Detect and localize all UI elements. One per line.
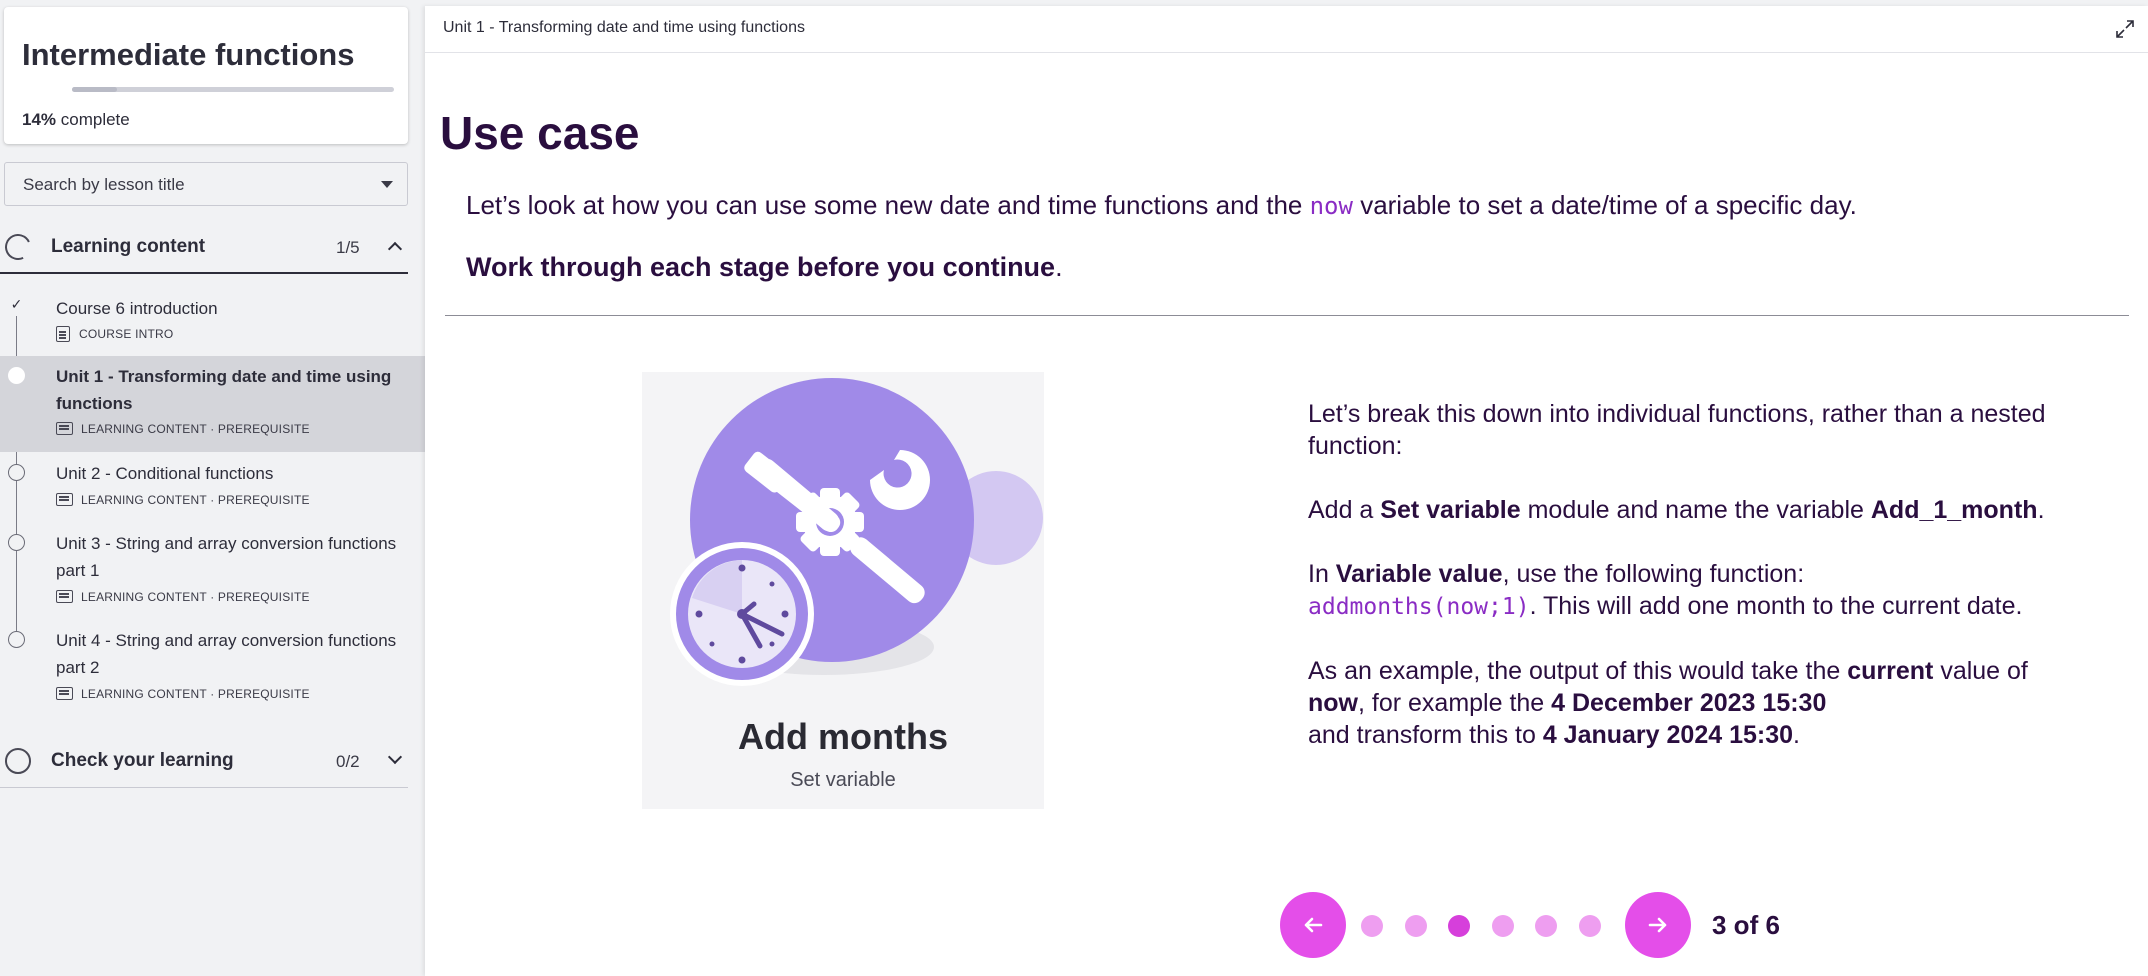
section-learning-content[interactable]: Learning content 1/5 (0, 218, 408, 274)
intro-text: Let’s look at how you can use some new d… (466, 190, 1857, 220)
status-dot-icon (8, 367, 25, 384)
lesson-meta: LEARNING CONTENT · PREREQUISITE (56, 422, 310, 436)
module-title: Add months (738, 716, 948, 757)
next-button[interactable] (1625, 892, 1691, 958)
lesson-meta: COURSE INTRO (56, 326, 173, 342)
lesson-item-unit-1[interactable]: Unit 1 - Transforming date and time usin… (0, 356, 425, 452)
step-dot-5[interactable] (1535, 915, 1557, 937)
section-title: Learning content (51, 236, 206, 257)
arrow-right-icon (1648, 917, 1667, 933)
inline-code: addmonths(now;1) (1308, 594, 1530, 620)
step-dot-2[interactable] (1404, 915, 1427, 937)
document-icon (56, 326, 70, 342)
module-subtitle: Set variable (790, 769, 896, 791)
content-icon (56, 493, 73, 506)
tools-gear-clock-icon (670, 378, 1043, 686)
content-icon (56, 590, 73, 603)
content-icon (56, 422, 73, 435)
lesson-title: Unit 1 - Transforming date and time usin… (56, 367, 392, 413)
section-count: 0/2 (336, 752, 360, 771)
section-count: 1/5 (336, 238, 360, 257)
page-indicator: 3 of 6 (1712, 910, 1780, 940)
expand-icon[interactable] (2116, 20, 2134, 38)
breadcrumb: Unit 1 - Transforming date and time usin… (443, 19, 805, 36)
sidebar: Intermediate functions 14% complete Sear… (0, 0, 425, 976)
lesson-title: Unit 3 - String and array conversion fun… (56, 534, 397, 580)
step-description: Let’s break this down into individual fu… (1308, 398, 2128, 783)
description-paragraph: In Variable value, use the following fun… (1308, 560, 2023, 620)
status-dot-icon (8, 464, 25, 481)
search-placeholder: Search by lesson title (23, 175, 185, 194)
header-divider (425, 52, 2148, 53)
progress-ring-icon (1, 230, 35, 264)
course-card: Intermediate functions 14% complete (4, 7, 408, 144)
status-dot-icon (8, 534, 25, 551)
lesson-meta: LEARNING CONTENT · PREREQUISITE (56, 590, 310, 604)
lesson-title: Unit 4 - String and array conversion fun… (56, 631, 397, 677)
description-paragraph: As an example, the output of this would … (1308, 657, 2028, 749)
lesson-item-unit-4[interactable]: Unit 4 - String and array conversion fun… (0, 627, 425, 707)
content-divider (445, 315, 2129, 316)
section-title: Check your learning (51, 750, 234, 771)
progress-ring-icon (5, 748, 31, 774)
course-title: Intermediate functions (22, 37, 355, 72)
content-icon (56, 687, 73, 700)
chevron-up-icon[interactable] (387, 241, 403, 257)
chevron-down-icon[interactable] (387, 749, 403, 765)
module-illustration: Add months Set variable (642, 372, 1044, 809)
lesson-meta: LEARNING CONTENT · PREREQUISITE (56, 493, 310, 507)
lesson-search-select[interactable]: Search by lesson title (4, 162, 408, 206)
lesson-item-course-intro[interactable]: ✓ Course 6 introduction COURSE INTRO (0, 292, 425, 350)
step-dot-4[interactable] (1491, 915, 1514, 937)
page-heading: Use case (440, 107, 640, 159)
instruction-text: Work through each stage before you conti… (466, 252, 1063, 282)
step-dot-3[interactable] (1448, 915, 1470, 937)
caret-down-icon (381, 181, 393, 188)
check-icon: ✓ (10, 296, 23, 312)
inline-code: now (1309, 192, 1353, 220)
previous-button[interactable] (1280, 892, 1346, 958)
lesson-item-unit-2[interactable]: Unit 2 - Conditional functions LEARNING … (0, 460, 425, 520)
status-dot-icon (8, 631, 25, 648)
progress-bar (72, 87, 394, 92)
section-check-your-learning[interactable]: Check your learning 0/2 (0, 732, 408, 788)
lesson-item-unit-3[interactable]: Unit 3 - String and array conversion fun… (0, 530, 425, 610)
description-paragraph: Let’s break this down into individual fu… (1308, 400, 2046, 460)
progress-fill (72, 87, 118, 92)
lesson-meta: LEARNING CONTENT · PREREQUISITE (56, 687, 310, 701)
step-dot-1[interactable] (1361, 915, 1383, 937)
description-paragraph: Add a Set variable module and name the v… (1308, 496, 2045, 524)
progress-text: 14% complete (22, 110, 130, 129)
lesson-title: Unit 2 - Conditional functions (56, 464, 274, 483)
arrow-left-icon (1304, 917, 1323, 933)
lesson-title: Course 6 introduction (56, 299, 218, 318)
step-dot-6[interactable] (1578, 915, 1601, 937)
lesson-content: Unit 1 - Transforming date and time usin… (425, 6, 2148, 976)
